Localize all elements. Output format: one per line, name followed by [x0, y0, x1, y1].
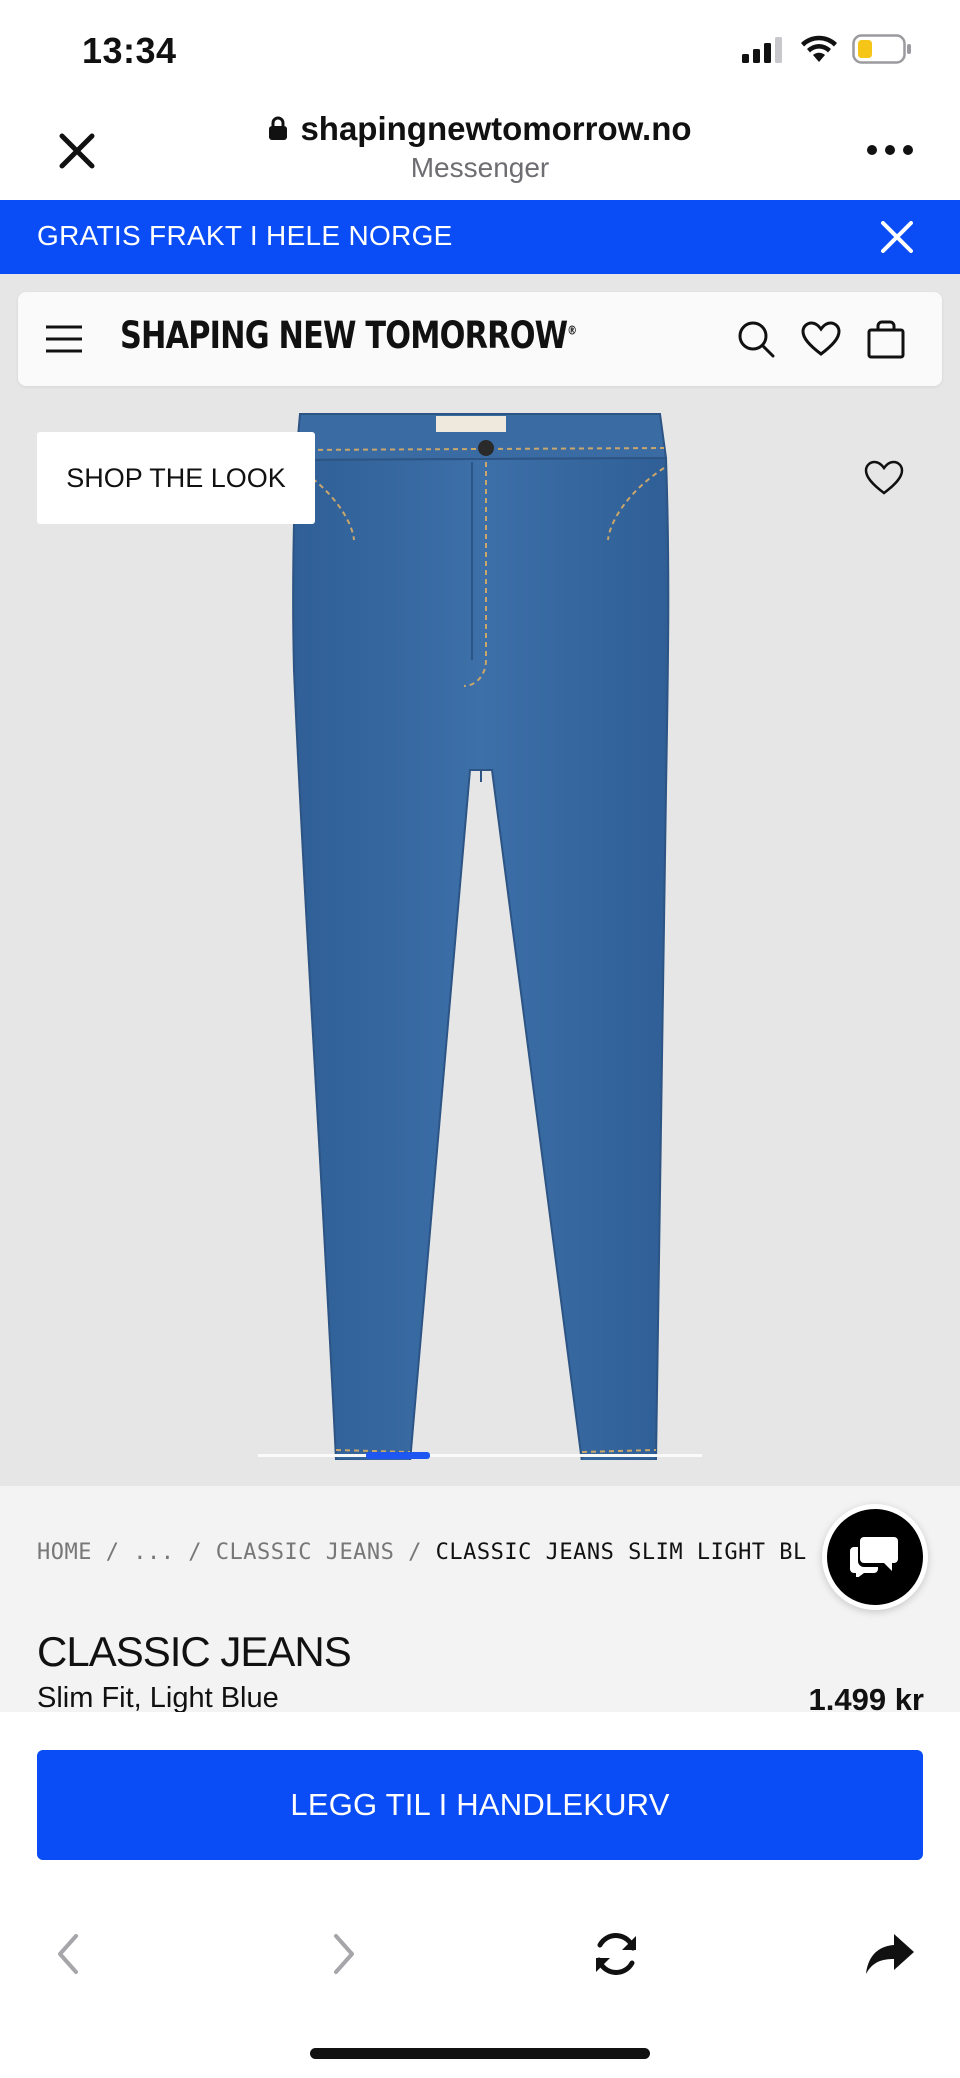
breadcrumb-ellipsis[interactable]: ... [133, 1540, 174, 1565]
lock-icon [268, 110, 288, 148]
shop-the-look-button[interactable]: SHOP THE LOOK [37, 432, 315, 524]
heart-icon[interactable] [798, 316, 844, 362]
product-title: CLASSIC JEANS [37, 1628, 352, 1675]
breadcrumb-category[interactable]: CLASSIC JEANS [216, 1540, 395, 1565]
promo-text: GRATIS FRAKT I HELE NORGE [37, 220, 453, 251]
home-indicator [310, 2048, 650, 2059]
breadcrumb: HOME / ... / CLASSIC JEANS / CLASSIC JEA… [37, 1540, 807, 1565]
chat-button[interactable] [822, 1504, 928, 1610]
gallery-slider-thumb[interactable] [366, 1452, 430, 1459]
status-time: 13:34 [82, 30, 177, 71]
share-icon[interactable] [862, 1926, 918, 1982]
signal-icon [742, 35, 786, 68]
address-bar[interactable]: shapingnewtomorrow.no Messenger [0, 110, 960, 184]
battery-icon [852, 34, 912, 69]
promo-banner: GRATIS FRAKT I HELE NORGE [0, 200, 960, 274]
back-icon[interactable] [40, 1926, 96, 1982]
search-icon[interactable] [733, 316, 779, 362]
site-header: SHAPING NEW TOMORROW® [18, 292, 942, 386]
close-icon[interactable] [874, 214, 920, 260]
bag-icon[interactable] [863, 316, 909, 362]
url-text: shapingnewtomorrow.no [300, 110, 692, 147]
product-info: HOME / ... / CLASSIC JEANS / CLASSIC JEA… [0, 1486, 960, 1717]
reload-icon[interactable] [588, 1926, 644, 1982]
site-logo[interactable]: SHAPING NEW TOMORROW® [120, 314, 577, 357]
browser-bar: shapingnewtomorrow.no Messenger [0, 100, 960, 200]
bottom-bar: LEGG TIL I HANDLEKURV [0, 1712, 960, 2078]
chat-icon [850, 1533, 900, 1582]
gallery-slider[interactable] [258, 1452, 702, 1459]
product-image-jeans[interactable] [292, 410, 672, 1460]
more-icon[interactable] [860, 130, 920, 170]
status-bar: 13:34 [0, 0, 960, 100]
wishlist-heart-icon[interactable] [862, 456, 906, 500]
menu-icon[interactable] [44, 319, 84, 359]
wifi-icon [800, 35, 838, 68]
breadcrumb-current: CLASSIC JEANS SLIM LIGHT BL [435, 1540, 807, 1565]
url-subtitle: Messenger [410, 152, 550, 183]
product-gallery[interactable]: SHAPING NEW TOMORROW® SHOP THE LOOK [0, 274, 960, 1486]
forward-icon[interactable] [316, 1926, 372, 1982]
add-to-cart-button[interactable]: LEGG TIL I HANDLEKURV [37, 1750, 923, 1860]
breadcrumb-home[interactable]: HOME [37, 1540, 92, 1565]
product-subtitle: Slim Fit, Light Blue [37, 1682, 279, 1714]
status-icons [742, 34, 912, 69]
